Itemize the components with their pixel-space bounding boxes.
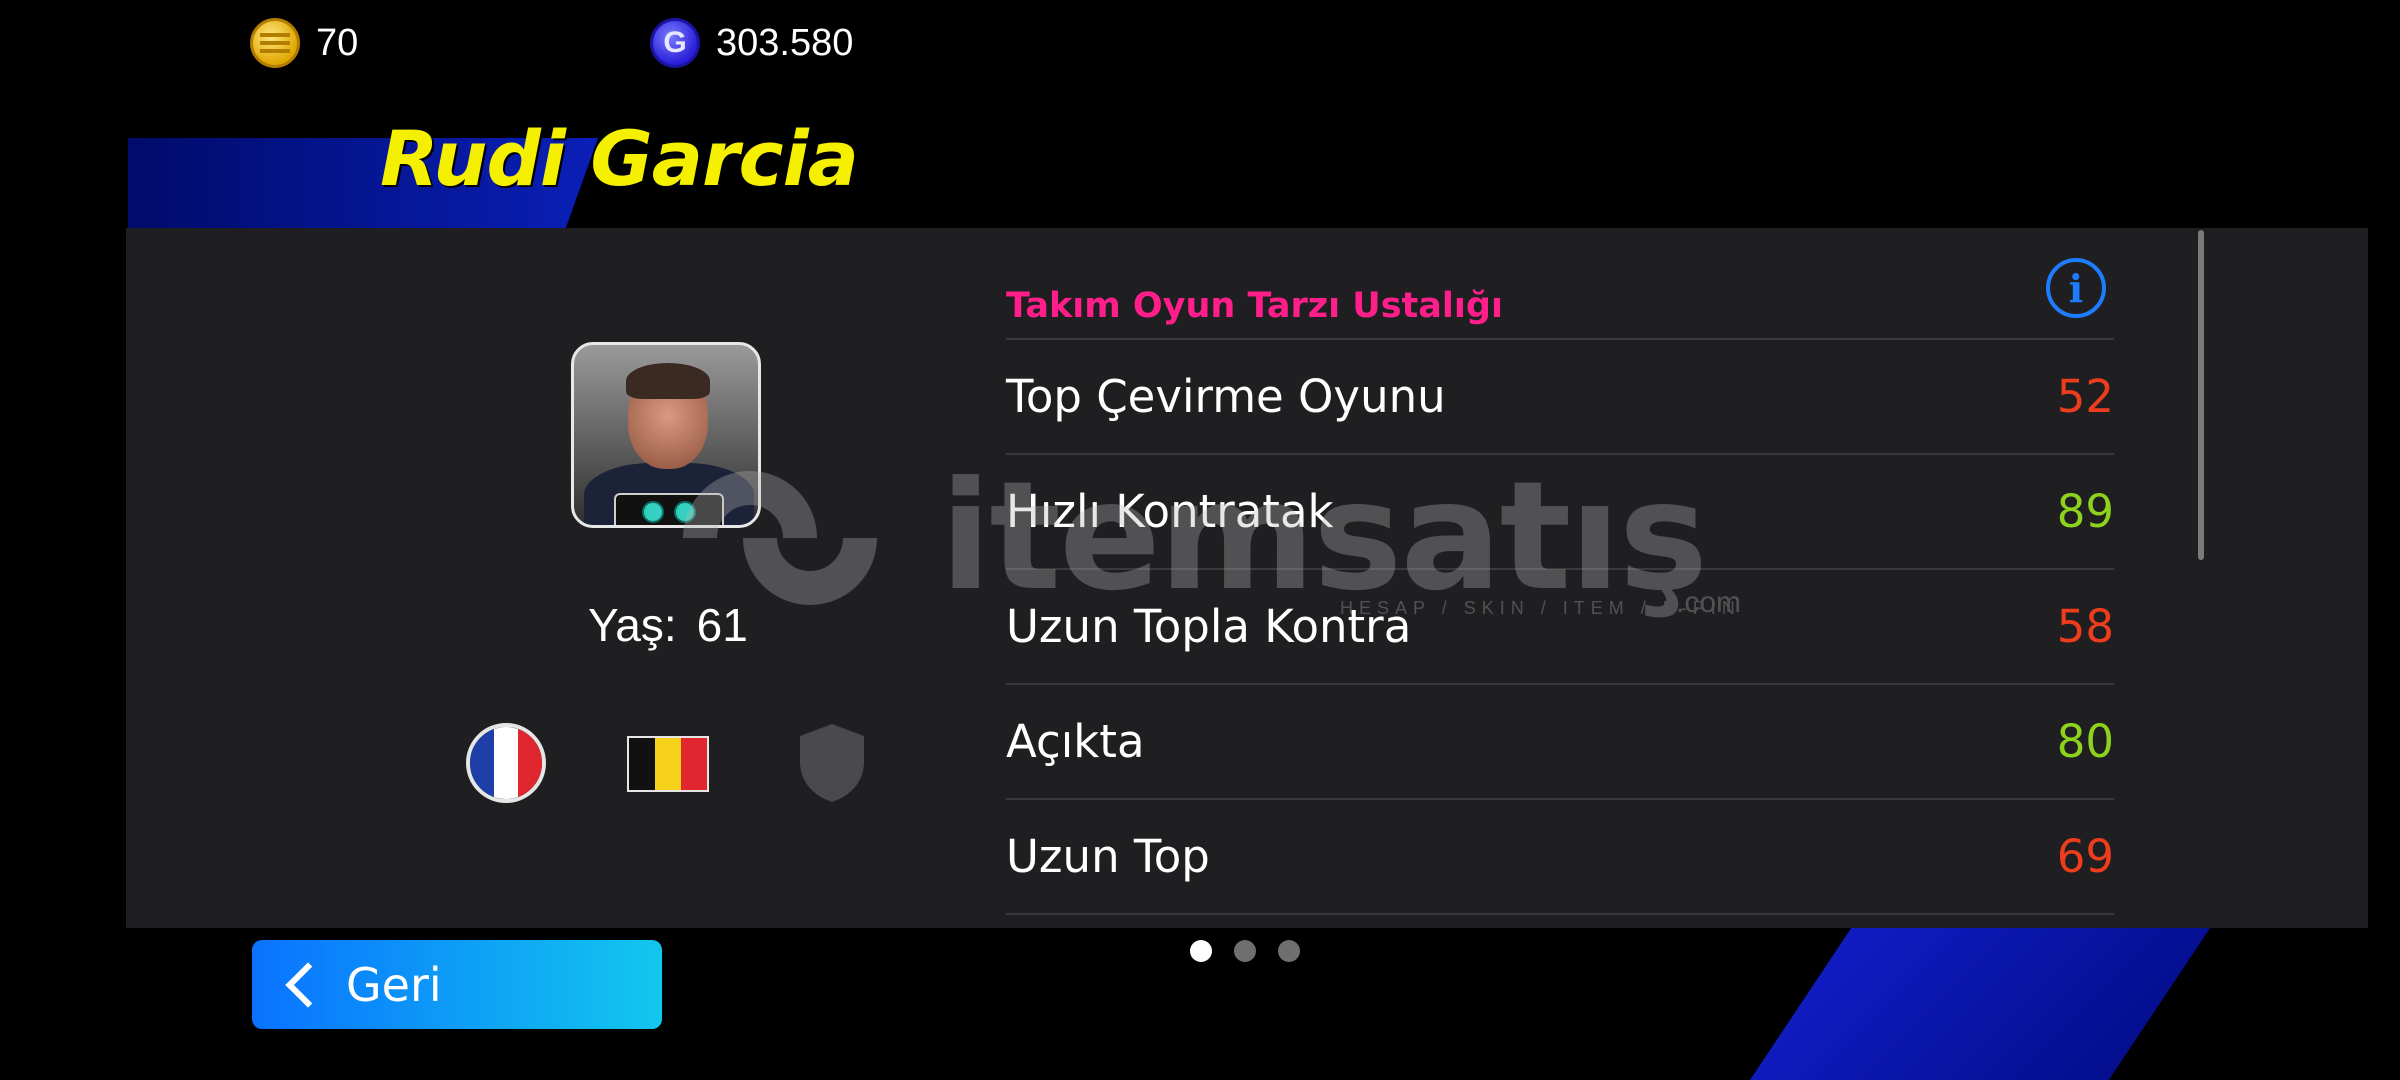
- chevron-left-icon: [285, 961, 331, 1008]
- coin-value: 70: [316, 21, 359, 64]
- age-value: 61: [696, 599, 748, 651]
- page-dot[interactable]: [1190, 940, 1212, 962]
- stat-value: 80: [2056, 715, 2114, 768]
- back-button[interactable]: Geri: [252, 940, 662, 1029]
- coin-balance[interactable]: 70: [250, 18, 358, 68]
- info-icon[interactable]: i: [2046, 258, 2106, 318]
- stat-row: Uzun Topla Kontra 58: [1006, 570, 2114, 685]
- blue-deco-right: [1750, 928, 2210, 1080]
- stat-label: Top Çevirme Oyunu: [1006, 370, 1446, 423]
- france-flag-icon: [466, 723, 546, 803]
- stat-row: Uzun Top 69: [1006, 800, 2114, 915]
- card-badge-icon: [614, 493, 724, 525]
- page-indicator: [1190, 940, 1300, 962]
- shield-icon: [800, 724, 864, 802]
- section-title: Takım Oyun Tarzı Ustalığı: [1006, 286, 1503, 326]
- stat-row: Top Çevirme Oyunu 52: [1006, 340, 2114, 455]
- stat-row: Açıkta 80: [1006, 685, 2114, 800]
- back-label: Geri: [346, 957, 442, 1012]
- coin-icon: [250, 18, 300, 68]
- scrollbar[interactable]: [2198, 230, 2204, 560]
- stat-value: 58: [2056, 600, 2114, 653]
- gp-icon: G: [650, 18, 700, 68]
- gp-value: 303.580: [716, 21, 854, 64]
- age-info: Yaş: 61: [588, 598, 748, 652]
- stat-label: Hızlı Kontratak: [1006, 485, 1334, 538]
- belgium-flag-icon: [627, 736, 709, 792]
- stat-label: Açıkta: [1006, 715, 1145, 768]
- stat-row: Hızlı Kontratak 89: [1006, 455, 2114, 570]
- stat-value: 89: [2056, 485, 2114, 538]
- stat-label: Uzun Topla Kontra: [1006, 600, 1412, 653]
- age-label: Yaş:: [588, 599, 677, 651]
- stat-label: Uzun Top: [1006, 830, 1210, 883]
- manager-portrait: [571, 342, 761, 528]
- gp-balance[interactable]: G 303.580: [650, 18, 853, 68]
- stat-value: 69: [2056, 830, 2114, 883]
- page-dot[interactable]: [1234, 940, 1256, 962]
- manager-name: Rudi Garcia: [380, 114, 859, 203]
- page-dot[interactable]: [1278, 940, 1300, 962]
- stat-value: 52: [2056, 370, 2114, 423]
- stats-list: Top Çevirme Oyunu 52 Hızlı Kontratak 89 …: [1006, 338, 2114, 915]
